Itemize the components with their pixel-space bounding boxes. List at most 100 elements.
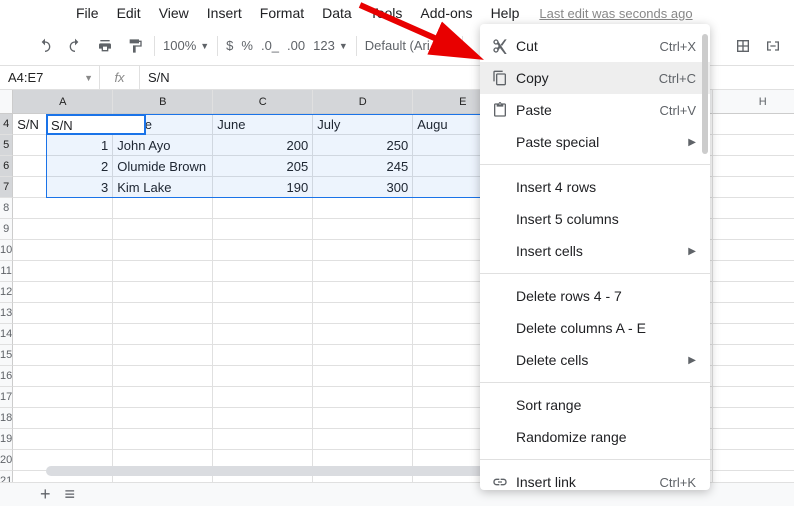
cell[interactable]	[13, 324, 113, 345]
row-header[interactable]: 14	[0, 324, 13, 345]
decrease-decimal-button[interactable]: .0_	[261, 38, 279, 53]
cell[interactable]	[213, 261, 313, 282]
cell[interactable]	[113, 303, 213, 324]
cell[interactable]: 200	[213, 135, 313, 156]
row-header[interactable]: 5	[0, 135, 13, 156]
menu-help[interactable]: Help	[483, 1, 528, 25]
zoom-select[interactable]: 100% ▼	[163, 38, 209, 53]
cell[interactable]: 205	[213, 156, 313, 177]
col-header[interactable]: B	[113, 90, 213, 114]
cell[interactable]	[313, 387, 413, 408]
cell[interactable]: Olumide Brown	[113, 156, 213, 177]
redo-icon[interactable]	[64, 35, 86, 57]
cell[interactable]	[713, 429, 794, 450]
cell[interactable]	[213, 324, 313, 345]
cell[interactable]	[113, 366, 213, 387]
font-select[interactable]: Default (Ari... ▼	[365, 38, 454, 53]
col-header[interactable]: C	[213, 90, 313, 114]
cell[interactable]	[113, 198, 213, 219]
last-edit-link[interactable]: Last edit was seconds ago	[539, 6, 692, 21]
cell[interactable]	[113, 324, 213, 345]
ctx-sort-range[interactable]: Sort range	[480, 389, 710, 421]
cell[interactable]	[313, 198, 413, 219]
row-header[interactable]: 9	[0, 219, 13, 240]
cell[interactable]: 190	[213, 177, 313, 198]
menu-file[interactable]: File	[68, 1, 107, 25]
ctx-insert-4-rows[interactable]: Insert 4 rows	[480, 171, 710, 203]
cell[interactable]: John Ayo	[113, 135, 213, 156]
cell[interactable]	[313, 408, 413, 429]
cell[interactable]	[713, 303, 794, 324]
row-header[interactable]: 11	[0, 261, 13, 282]
row-header[interactable]: 4	[0, 114, 13, 135]
row-header[interactable]: 8	[0, 198, 13, 219]
cell[interactable]	[213, 282, 313, 303]
cell[interactable]	[13, 261, 113, 282]
cell[interactable]	[713, 177, 794, 198]
cell[interactable]	[113, 282, 213, 303]
cell[interactable]	[713, 240, 794, 261]
cell[interactable]	[213, 198, 313, 219]
undo-icon[interactable]	[34, 35, 56, 57]
row-header[interactable]: 19	[0, 429, 13, 450]
cell[interactable]: 1	[13, 135, 113, 156]
cell[interactable]	[713, 282, 794, 303]
cell[interactable]	[313, 303, 413, 324]
cell[interactable]: Name	[113, 114, 213, 135]
cell[interactable]	[113, 429, 213, 450]
cell[interactable]: Kim Lake	[113, 177, 213, 198]
cell[interactable]	[13, 303, 113, 324]
cell[interactable]	[313, 282, 413, 303]
cell[interactable]	[313, 261, 413, 282]
cell[interactable]	[113, 261, 213, 282]
cell[interactable]	[13, 219, 113, 240]
cell[interactable]	[113, 408, 213, 429]
cell[interactable]	[713, 198, 794, 219]
row-header[interactable]: 15	[0, 345, 13, 366]
cell[interactable]	[313, 219, 413, 240]
menu-edit[interactable]: Edit	[109, 1, 149, 25]
cell[interactable]: S/N	[13, 114, 113, 135]
cell[interactable]: 245	[313, 156, 413, 177]
cell[interactable]	[713, 345, 794, 366]
ctx-insert-link[interactable]: Insert linkCtrl+K	[480, 466, 710, 498]
cell[interactable]	[113, 387, 213, 408]
formula-input[interactable]: S/N	[140, 70, 170, 85]
ctx-insert-5-columns[interactable]: Insert 5 columns	[480, 203, 710, 235]
cell[interactable]	[313, 324, 413, 345]
ctx-copy[interactable]: CopyCtrl+C	[480, 62, 710, 94]
cell[interactable]	[113, 345, 213, 366]
cell[interactable]	[213, 387, 313, 408]
cell[interactable]	[213, 429, 313, 450]
cell[interactable]: 2	[13, 156, 113, 177]
cell[interactable]	[713, 219, 794, 240]
cell[interactable]: 3	[13, 177, 113, 198]
row-header[interactable]: 10	[0, 240, 13, 261]
select-all-corner[interactable]	[0, 90, 13, 114]
cell[interactable]: June	[213, 114, 313, 135]
borders-icon[interactable]	[732, 35, 754, 57]
cell[interactable]: July	[313, 114, 413, 135]
cell[interactable]	[713, 387, 794, 408]
cell[interactable]	[313, 345, 413, 366]
cell[interactable]	[313, 240, 413, 261]
ctx-randomize-range[interactable]: Randomize range	[480, 421, 710, 453]
cell[interactable]	[13, 387, 113, 408]
cell[interactable]	[13, 282, 113, 303]
menu-format[interactable]: Format	[252, 1, 312, 25]
row-header[interactable]: 13	[0, 303, 13, 324]
ctx-delete-cells[interactable]: Delete cells▶	[480, 344, 710, 376]
context-menu-scrollbar[interactable]	[702, 34, 708, 154]
all-sheets-button[interactable]: ≡	[65, 484, 76, 505]
cell[interactable]: 300	[313, 177, 413, 198]
col-header[interactable]: H	[713, 90, 794, 114]
ctx-paste-special[interactable]: Paste special▶	[480, 126, 710, 158]
cell[interactable]: 250	[313, 135, 413, 156]
cell[interactable]	[213, 345, 313, 366]
row-header[interactable]: 20	[0, 450, 13, 471]
cell[interactable]	[213, 219, 313, 240]
cell[interactable]	[13, 198, 113, 219]
ctx-insert-cells[interactable]: Insert cells▶	[480, 235, 710, 267]
print-icon[interactable]	[94, 35, 116, 57]
ctx-delete-columns-a-e[interactable]: Delete columns A - E	[480, 312, 710, 344]
